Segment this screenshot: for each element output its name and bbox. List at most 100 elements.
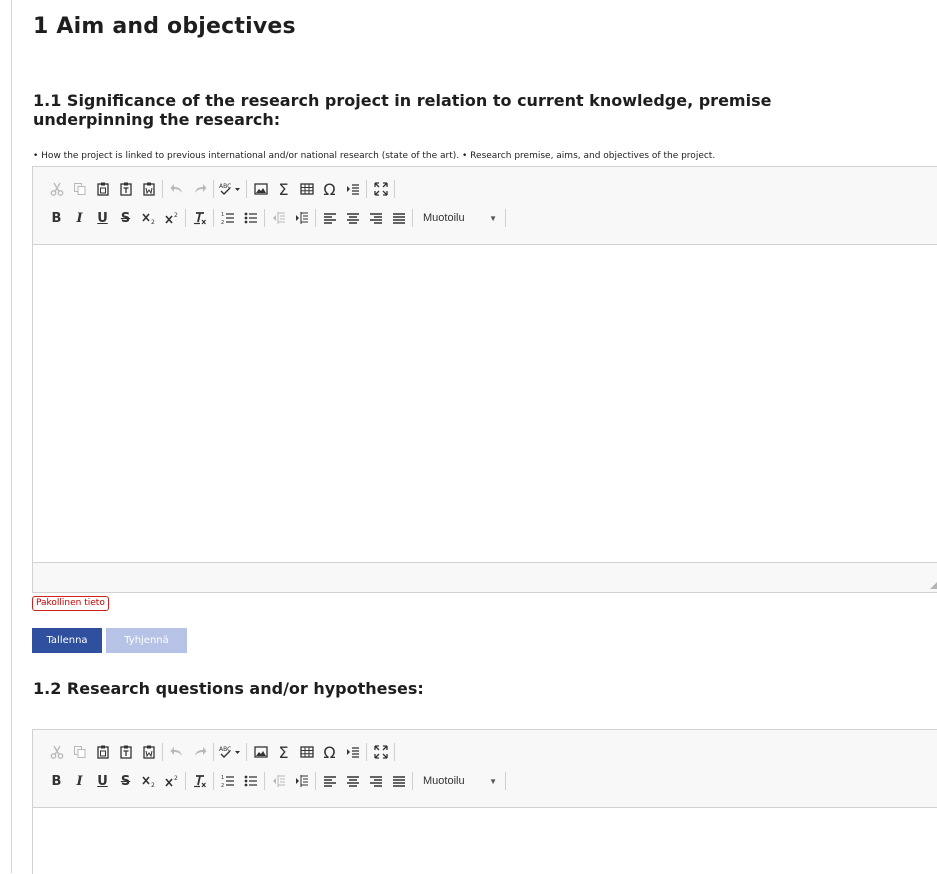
strikethrough-icon[interactable]: S: [114, 770, 137, 792]
bold-icon[interactable]: B: [45, 207, 68, 229]
editor-status-bar: [33, 562, 937, 592]
clear-button[interactable]: Tyhjennä: [106, 628, 187, 653]
spellcheck-icon[interactable]: ABC: [216, 178, 244, 200]
justify-icon[interactable]: [387, 207, 410, 229]
paste-text-icon[interactable]: [114, 178, 137, 200]
decrease-indent-icon[interactable]: [267, 770, 290, 792]
copy-icon[interactable]: [68, 741, 91, 763]
justify-icon[interactable]: [387, 770, 410, 792]
paste-text-icon[interactable]: [114, 741, 137, 763]
toolbar-separator: [412, 209, 413, 227]
italic-icon[interactable]: I: [68, 207, 91, 229]
toolbar-separator: [315, 209, 316, 227]
resize-handle-icon[interactable]: [930, 581, 937, 589]
toolbar-separator: [505, 772, 506, 790]
toolbar-row-2: B I U S 2 2 12 Muotoilu ▼: [45, 207, 508, 229]
spellcheck-icon[interactable]: ABC: [216, 741, 244, 763]
toolbar-separator: [505, 209, 506, 227]
math-sum-icon[interactable]: Σ: [272, 741, 295, 763]
rich-text-editor-2: ABC Σ Ω B I U S 2 2 12 Muotoilu ▼: [32, 729, 937, 874]
svg-text:2: 2: [151, 782, 155, 788]
strikethrough-icon[interactable]: S: [114, 207, 137, 229]
paste-from-word-icon[interactable]: [137, 178, 160, 200]
toolbar-separator: [264, 209, 265, 227]
bulleted-list-icon[interactable]: [239, 770, 262, 792]
undo-icon[interactable]: [165, 178, 188, 200]
svg-text:2: 2: [221, 220, 224, 225]
align-left-icon[interactable]: [318, 770, 341, 792]
numbered-list-icon[interactable]: 12: [216, 207, 239, 229]
svg-text:1: 1: [221, 775, 224, 781]
format-dropdown-label: Muotoilu: [423, 775, 465, 787]
align-center-icon[interactable]: [341, 770, 364, 792]
toolbar-separator: [366, 743, 367, 761]
special-char-icon[interactable]: Ω: [318, 741, 341, 763]
paste-icon[interactable]: [91, 178, 114, 200]
toolbar-separator: [412, 772, 413, 790]
table-icon[interactable]: [295, 741, 318, 763]
toolbar-separator: [366, 180, 367, 198]
align-right-icon[interactable]: [364, 770, 387, 792]
cut-icon[interactable]: [45, 178, 68, 200]
toolbar-separator: [213, 772, 214, 790]
required-field-badge: Pakollinen tieto: [32, 596, 109, 611]
decrease-indent-icon[interactable]: [267, 207, 290, 229]
table-icon[interactable]: [295, 178, 318, 200]
toolbar-separator: [315, 772, 316, 790]
bold-icon[interactable]: B: [45, 770, 68, 792]
underline-icon[interactable]: U: [91, 207, 114, 229]
rich-text-editor-1: ABC Σ Ω B I U S 2 2 12 Muotoilu ▼: [32, 166, 937, 593]
toolbar-separator: [213, 743, 214, 761]
question-2-text-area[interactable]: [33, 808, 937, 874]
format-dropdown[interactable]: Muotoilu ▼: [415, 770, 503, 792]
numbered-list-icon[interactable]: 12: [216, 770, 239, 792]
format-dropdown[interactable]: Muotoilu ▼: [415, 207, 503, 229]
superscript-icon[interactable]: 2: [160, 207, 183, 229]
image-icon[interactable]: [249, 741, 272, 763]
toolbar-separator: [394, 743, 395, 761]
chevron-down-icon: ▼: [489, 213, 497, 223]
redo-icon[interactable]: [188, 178, 211, 200]
align-right-icon[interactable]: [364, 207, 387, 229]
toolbar-row-2: B I U S 2 2 12 Muotoilu ▼: [45, 770, 508, 792]
undo-icon[interactable]: [165, 741, 188, 763]
toolbar-row-1: ABC Σ Ω: [45, 178, 397, 200]
outdent-icon[interactable]: [341, 178, 364, 200]
special-char-icon[interactable]: Ω: [318, 178, 341, 200]
chevron-down-icon: ▼: [489, 776, 497, 786]
outdent-icon[interactable]: [341, 741, 364, 763]
svg-text:2: 2: [174, 775, 178, 782]
toolbar-separator: [185, 772, 186, 790]
paste-from-word-icon[interactable]: [137, 741, 160, 763]
align-center-icon[interactable]: [341, 207, 364, 229]
maximize-icon[interactable]: [369, 178, 392, 200]
superscript-icon[interactable]: 2: [160, 770, 183, 792]
cut-icon[interactable]: [45, 741, 68, 763]
image-icon[interactable]: [249, 178, 272, 200]
underline-icon[interactable]: U: [91, 770, 114, 792]
save-button[interactable]: Tallenna: [32, 628, 102, 653]
bulleted-list-icon[interactable]: [239, 207, 262, 229]
align-left-icon[interactable]: [318, 207, 341, 229]
paste-icon[interactable]: [91, 741, 114, 763]
toolbar-separator: [162, 180, 163, 198]
svg-text:1: 1: [221, 212, 224, 218]
toolbar-separator: [246, 743, 247, 761]
increase-indent-icon[interactable]: [290, 770, 313, 792]
question-2-heading: 1.2 Research questions and/or hypotheses…: [33, 679, 424, 698]
toolbar-separator: [162, 743, 163, 761]
math-sum-icon[interactable]: Σ: [272, 178, 295, 200]
subscript-icon[interactable]: 2: [137, 770, 160, 792]
remove-format-icon[interactable]: [188, 207, 211, 229]
increase-indent-icon[interactable]: [290, 207, 313, 229]
italic-icon[interactable]: I: [68, 770, 91, 792]
question-1-text-area[interactable]: [33, 245, 937, 561]
svg-text:2: 2: [151, 219, 155, 225]
redo-icon[interactable]: [188, 741, 211, 763]
subscript-icon[interactable]: 2: [137, 207, 160, 229]
maximize-icon[interactable]: [369, 741, 392, 763]
editor-toolbar: ABC Σ Ω B I U S 2 2 12 Muotoilu ▼: [33, 730, 937, 808]
copy-icon[interactable]: [68, 178, 91, 200]
format-dropdown-label: Muotoilu: [423, 212, 465, 224]
remove-format-icon[interactable]: [188, 770, 211, 792]
